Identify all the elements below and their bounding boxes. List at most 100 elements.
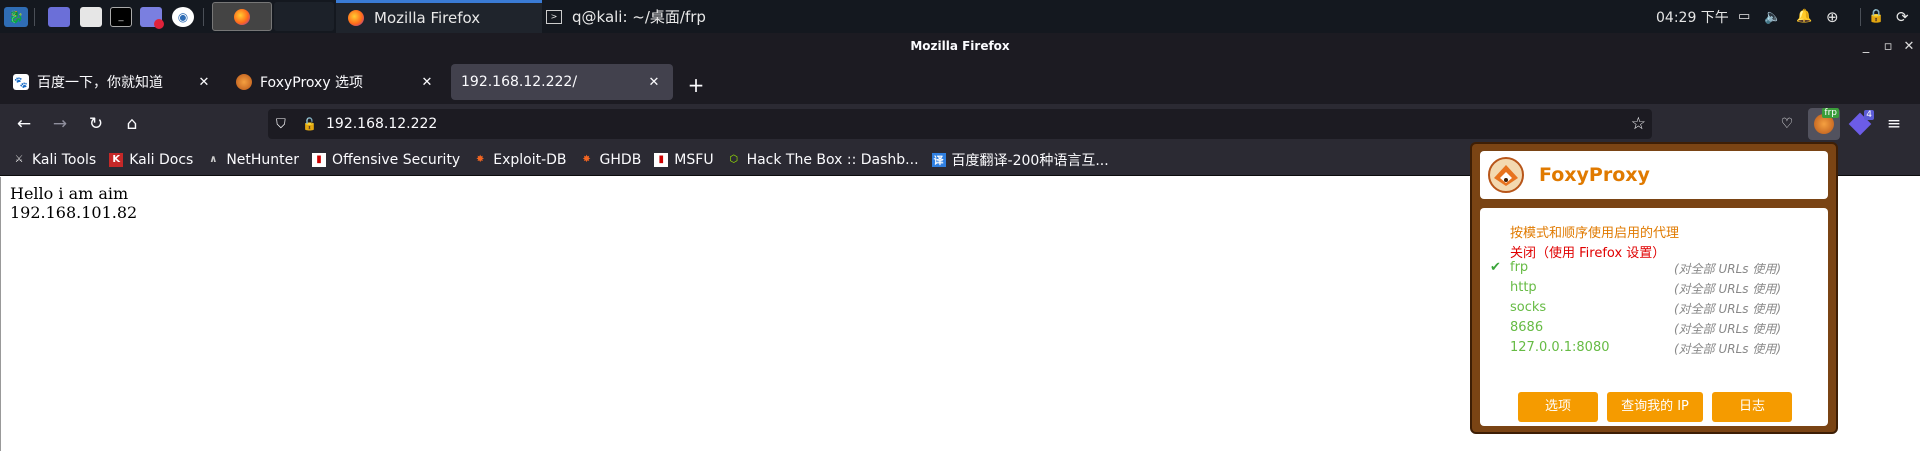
lock-screen-icon[interactable]: 🔒 bbox=[1868, 0, 1884, 33]
extension-badge: 4 bbox=[1864, 110, 1874, 120]
extension-button[interactable]: 4 bbox=[1846, 110, 1874, 138]
task-terminal[interactable]: > q@kali: ~/桌面/frp bbox=[544, 0, 706, 33]
bookmark-kali-docs[interactable]: K Kali Docs bbox=[109, 152, 193, 168]
file-manager-launcher[interactable] bbox=[80, 5, 102, 28]
terminal-icon: > bbox=[546, 9, 562, 24]
proxy-scope: (对全部 URLs 使用) bbox=[1674, 342, 1782, 356]
bookmark-label: Exploit-DB bbox=[493, 151, 567, 168]
clock-text: 04:29 下午 bbox=[1656, 9, 1729, 26]
tab-foxyproxy-options[interactable]: FoxyProxy 选项 ✕ bbox=[226, 64, 446, 100]
task-label: Mozilla Firefox bbox=[374, 9, 481, 27]
new-tab-button[interactable]: + bbox=[683, 72, 709, 98]
app-menu-button[interactable]: ≡ bbox=[1880, 110, 1908, 138]
lock-icon[interactable]: 🔓 bbox=[302, 117, 320, 131]
clock[interactable]: 04:29 下午 bbox=[1656, 0, 1729, 33]
bookmark-exploit-db[interactable]: ✸ Exploit-DB bbox=[473, 151, 567, 168]
foxyproxy-header: FoxyProxy bbox=[1480, 151, 1828, 199]
panel-separator bbox=[203, 8, 204, 26]
workspace-1[interactable] bbox=[212, 2, 272, 31]
network-icon[interactable]: ⊕ bbox=[1826, 0, 1839, 33]
volume-icon[interactable]: 🔈 bbox=[1764, 0, 1781, 33]
close-tab-icon[interactable]: ✕ bbox=[195, 75, 213, 90]
tab-baidu[interactable]: 🐾 百度一下，你就知道 ✕ bbox=[3, 64, 223, 100]
window-title: Mozilla Firefox bbox=[910, 39, 1010, 53]
bookmark-label: NetHunter bbox=[226, 151, 300, 168]
recorder-icon bbox=[140, 6, 164, 29]
tab-label: 百度一下，你就知道 bbox=[37, 75, 163, 91]
bookmark-label: 百度翻译-200种语言互... bbox=[951, 152, 1109, 169]
firefox-icon bbox=[234, 8, 250, 25]
proxy-scope: (对全部 URLs 使用) bbox=[1674, 322, 1782, 336]
mode-label: 按模式和顺序使用启用的代理 bbox=[1510, 226, 1680, 241]
bookmark-label: MSFU bbox=[674, 151, 714, 168]
bookmark-label: Offensive Security bbox=[332, 151, 461, 168]
htb-icon: ⬡ bbox=[729, 154, 738, 165]
task-firefox[interactable]: Mozilla Firefox bbox=[336, 0, 542, 33]
mode-patterns-option[interactable]: 按模式和顺序使用启用的代理 bbox=[1480, 222, 1828, 242]
kali-menu-button[interactable]: 🐉 bbox=[4, 5, 28, 28]
bookmark-ghdb[interactable]: ✸ GHDB bbox=[580, 151, 642, 168]
browser-launcher[interactable]: ◉ bbox=[172, 5, 194, 28]
home-button[interactable]: ⌂ bbox=[118, 110, 146, 138]
bookmark-star-icon[interactable]: ☆ bbox=[1631, 114, 1646, 134]
mode-label: 关闭（使用 Firefox 设置） bbox=[1510, 246, 1666, 261]
back-button[interactable]: ← bbox=[10, 110, 38, 138]
bookmark-kali-tools[interactable]: ⚔ Kali Tools bbox=[12, 152, 97, 168]
bookmark-label: GHDB bbox=[599, 151, 642, 168]
close-window-button[interactable]: ✕ bbox=[1898, 33, 1920, 60]
proxy-item-http[interactable]: http (对全部 URLs 使用) bbox=[1480, 280, 1828, 300]
options-button[interactable]: 选项 bbox=[1518, 392, 1598, 422]
workspace-2[interactable] bbox=[274, 2, 334, 31]
tab-active-page[interactable]: 192.168.12.222/ ✕ bbox=[451, 64, 673, 100]
offsec-icon: ▮ bbox=[312, 152, 327, 167]
proxy-item-frp[interactable]: ✔ frp (对全部 URLs 使用) bbox=[1480, 260, 1828, 280]
bookmark-label: Hack The Box :: Dashb... bbox=[746, 151, 919, 168]
kali-icon: ⚔ bbox=[14, 154, 24, 165]
display-icon[interactable]: ▭ bbox=[1738, 0, 1750, 33]
minimize-button[interactable]: _ bbox=[1855, 33, 1877, 60]
screen-recorder-launcher[interactable] bbox=[140, 5, 164, 29]
proxy-name: 8686 bbox=[1510, 320, 1544, 335]
task-label: q@kali: ~/桌面/frp bbox=[572, 8, 706, 26]
tab-strip: 🐾 百度一下，你就知道 ✕ FoxyProxy 选项 ✕ 192.168.12.… bbox=[0, 60, 1920, 104]
proxy-name: 127.0.0.1:8080 bbox=[1510, 340, 1610, 355]
url-bar[interactable]: ⛉ 🔓 192.168.12.222 ☆ bbox=[268, 109, 1652, 139]
desktop-icon bbox=[48, 6, 70, 27]
forward-button[interactable]: → bbox=[46, 110, 74, 138]
log-button[interactable]: 日志 bbox=[1712, 392, 1792, 422]
mode-off-option[interactable]: 关闭（使用 Firefox 设置） bbox=[1480, 242, 1828, 262]
shield-icon[interactable]: ⛉ bbox=[276, 117, 294, 132]
url-text[interactable]: 192.168.12.222 bbox=[326, 116, 437, 132]
logout-icon[interactable]: ⟳ bbox=[1896, 0, 1909, 33]
bookmark-hack-the-box[interactable]: ⬡ Hack The Box :: Dashb... bbox=[727, 151, 919, 168]
proxy-scope: (对全部 URLs 使用) bbox=[1674, 262, 1782, 276]
baidu-paw-icon: 🐾 bbox=[13, 74, 29, 90]
proxy-scope: (对全部 URLs 使用) bbox=[1674, 302, 1782, 316]
bookmark-msfu[interactable]: ▮ MSFU bbox=[654, 151, 714, 168]
close-tab-icon[interactable]: ✕ bbox=[645, 75, 663, 90]
bookmark-offensive-security[interactable]: ▮ Offensive Security bbox=[312, 152, 460, 168]
terminal-launcher[interactable]: _ bbox=[110, 5, 132, 28]
what-is-my-ip-button[interactable]: 查询我的 IP bbox=[1607, 392, 1703, 422]
firefox-icon bbox=[348, 10, 364, 26]
proxy-item-localhost-8080[interactable]: 127.0.0.1:8080 (对全部 URLs 使用) bbox=[1480, 340, 1828, 360]
foxyproxy-toolbar-button[interactable]: frp bbox=[1808, 108, 1840, 140]
reload-button[interactable]: ↻ bbox=[82, 110, 110, 138]
maximize-button[interactable]: ▫ bbox=[1877, 33, 1899, 60]
baidu-translate-icon: 译 bbox=[931, 152, 946, 167]
proxy-item-8686[interactable]: 8686 (对全部 URLs 使用) bbox=[1480, 320, 1828, 340]
bookmark-baidu-translate[interactable]: 译 百度翻译-200种语言互... bbox=[931, 150, 1109, 170]
proxy-item-socks[interactable]: socks (对全部 URLs 使用) bbox=[1480, 300, 1828, 320]
bookmark-nethunter[interactable]: ∧ NetHunter bbox=[206, 152, 299, 168]
bookmark-label: Kali Docs bbox=[129, 151, 194, 168]
folder-icon bbox=[80, 6, 102, 27]
msfu-icon: ▮ bbox=[654, 152, 669, 167]
kali-docs-icon: K bbox=[109, 152, 124, 167]
pocket-icon[interactable]: ♡ bbox=[1773, 110, 1801, 138]
close-tab-icon[interactable]: ✕ bbox=[418, 75, 436, 90]
top-panel: 🐉 _ ◉ Mozilla Firefox > q@kali: ~/桌面/frp… bbox=[0, 0, 1920, 33]
foxyproxy-popup: FoxyProxy 按模式和顺序使用启用的代理 关闭（使用 Firefox 设置… bbox=[1470, 142, 1838, 434]
notification-bell-icon[interactable]: 🔔 bbox=[1796, 0, 1812, 33]
show-desktop-button[interactable] bbox=[48, 5, 70, 28]
panel-separator bbox=[34, 8, 35, 26]
